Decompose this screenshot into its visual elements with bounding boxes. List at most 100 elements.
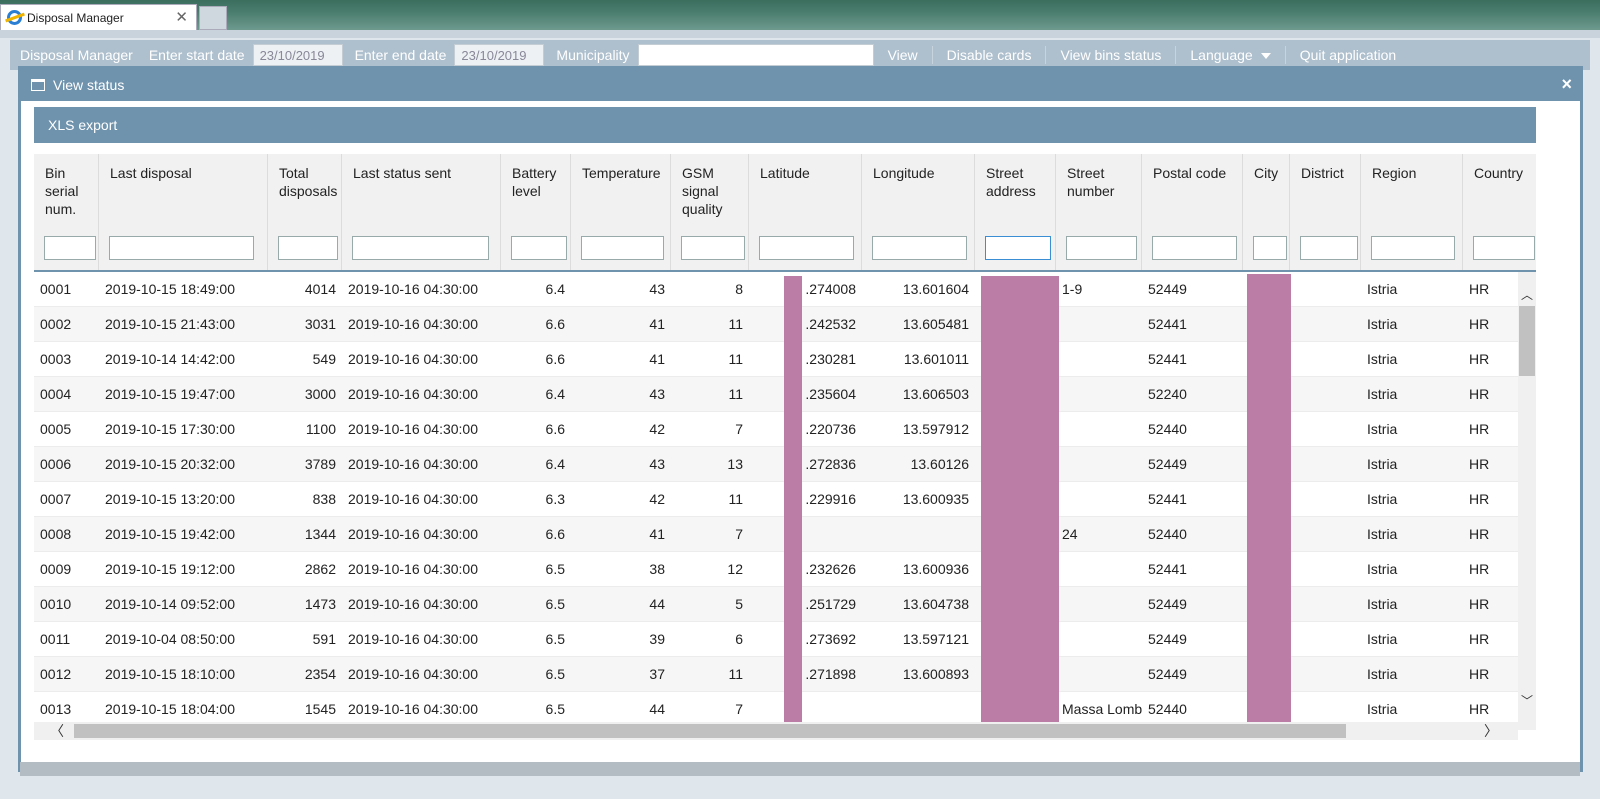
- scroll-left-icon[interactable]: 〈: [48, 722, 66, 740]
- table-row[interactable]: 0004 2019-10-15 19:47:00 3000 2019-10-16 04…: [34, 377, 1518, 412]
- cell-district: [1290, 412, 1361, 447]
- column-header-region[interactable]: Region: [1361, 154, 1463, 228]
- close-icon[interactable]: ×: [1561, 74, 1572, 95]
- cell-latitude: .220736: [805, 421, 856, 437]
- column-header-bin-serial[interactable]: Bin serial num.: [34, 154, 99, 228]
- horizontal-scroll-thumb[interactable]: [74, 724, 1346, 738]
- cell-latitude: .271898: [805, 666, 856, 682]
- column-header-street-number[interactable]: Street number: [1056, 154, 1142, 228]
- cell-last-disposal: 2019-10-15 13:20:00: [105, 491, 235, 507]
- column-header-district[interactable]: District: [1290, 154, 1361, 228]
- table-row[interactable]: 0003 2019-10-14 14:42:00 549 2019-10-16 04:…: [34, 342, 1518, 377]
- filter-input-city[interactable]: [1253, 236, 1287, 260]
- filter-input-street-address[interactable]: [985, 236, 1051, 260]
- cell-last-disposal: 2019-10-04 08:50:00: [105, 631, 235, 647]
- cell-bin-serial: 0010: [40, 596, 72, 612]
- cell-longitude: 13.604738: [902, 596, 969, 612]
- cell-longitude: 13.606503: [902, 386, 969, 402]
- cell-street-number: [1056, 307, 1142, 342]
- vertical-scrollbar[interactable]: ︿ ﹀: [1518, 272, 1536, 730]
- view-button[interactable]: View: [888, 47, 918, 63]
- column-header-gsm-signal[interactable]: GSM signal quality: [671, 154, 749, 228]
- filter-input-temperature[interactable]: [581, 236, 664, 260]
- column-header-latitude[interactable]: Latitude: [749, 154, 862, 228]
- cell-last-status-sent: 2019-10-16 04:30:00: [348, 666, 478, 682]
- end-date-input[interactable]: 23/10/2019: [454, 44, 545, 66]
- column-header-street-address[interactable]: Street address: [975, 154, 1056, 228]
- filter-input-last-disposal[interactable]: [109, 236, 254, 260]
- view-bins-status-button[interactable]: View bins status: [1060, 47, 1161, 63]
- filter-input-gsm-signal[interactable]: [681, 236, 745, 260]
- cell-bin-serial: 0009: [40, 561, 72, 577]
- column-header-temperature[interactable]: Temperature: [571, 154, 671, 228]
- scroll-down-icon[interactable]: ﹀: [1518, 692, 1536, 710]
- table-row[interactable]: 0008 2019-10-15 19:42:00 1344 2019-10-16 04…: [34, 517, 1518, 552]
- column-header-last-disposal[interactable]: Last disposal: [99, 154, 268, 228]
- filter-input-battery-level[interactable]: [511, 236, 567, 260]
- filter-input-longitude[interactable]: [872, 236, 967, 260]
- table-row[interactable]: 0001 2019-10-15 18:49:00 4014 2019-10-16 04…: [34, 272, 1518, 307]
- disable-cards-button[interactable]: Disable cards: [947, 47, 1032, 63]
- cell-postal-code: 52449: [1148, 456, 1187, 472]
- cell-street-number: [1056, 377, 1142, 412]
- vertical-scroll-thumb[interactable]: [1519, 306, 1535, 376]
- municipality-input[interactable]: [637, 44, 874, 66]
- table-row[interactable]: 0007 2019-10-15 13:20:00 838 2019-10-16 04:…: [34, 482, 1518, 517]
- filter-input-region[interactable]: [1371, 236, 1455, 260]
- cell-region: Istria: [1367, 596, 1398, 612]
- filter-input-bin-serial[interactable]: [44, 236, 96, 260]
- table-row[interactable]: 0012 2019-10-15 18:10:00 2354 2019-10-16 04…: [34, 657, 1518, 692]
- cell-region: Istria: [1367, 316, 1398, 332]
- filter-cell: [99, 228, 268, 270]
- column-header-longitude[interactable]: Longitude: [862, 154, 975, 228]
- cell-last-status-sent: 2019-10-16 04:30:00: [348, 421, 478, 437]
- start-date-input[interactable]: 23/10/2019: [252, 44, 343, 66]
- table-row[interactable]: 0010 2019-10-14 09:52:00 1473 2019-10-16 04…: [34, 587, 1518, 622]
- horizontal-scrollbar[interactable]: 〈 〉: [34, 722, 1518, 740]
- cell-latitude: .235604: [805, 386, 856, 402]
- cell-street-number: 1-9: [1062, 281, 1083, 297]
- cell-total-disposals: 4014: [304, 281, 336, 297]
- cell-temperature: 41: [649, 526, 665, 542]
- toolbar-separator: [1175, 46, 1177, 64]
- tab-close-icon[interactable]: ✕: [175, 8, 188, 26]
- filter-input-latitude[interactable]: [759, 236, 854, 260]
- cell-district: [1290, 517, 1361, 552]
- table-row[interactable]: 0011 2019-10-04 08:50:00 591 2019-10-16 04:…: [34, 622, 1518, 657]
- cell-district: [1290, 342, 1361, 377]
- browser-tab[interactable]: Disposal Manager ✕: [0, 4, 197, 30]
- filter-input-country[interactable]: [1473, 236, 1535, 260]
- column-header-battery-level[interactable]: Battery level: [501, 154, 571, 228]
- cell-street-number: [1056, 587, 1142, 622]
- column-header-total-disposals[interactable]: Total disposals: [268, 154, 342, 228]
- cell-gsm-signal: 12: [727, 561, 743, 577]
- cell-gsm-signal: 11: [728, 351, 743, 367]
- filter-input-last-status-sent[interactable]: [352, 236, 489, 260]
- filter-input-total-disposals[interactable]: [278, 236, 338, 260]
- column-header-country[interactable]: Country: [1463, 154, 1536, 228]
- filter-cell: [862, 228, 975, 270]
- cell-district: [1290, 552, 1361, 587]
- scroll-right-icon[interactable]: 〉: [1482, 722, 1500, 740]
- column-header-city[interactable]: City: [1243, 154, 1290, 228]
- table-row[interactable]: 0005 2019-10-15 17:30:00 1100 2019-10-16 04…: [34, 412, 1518, 447]
- filter-input-street-number[interactable]: [1066, 236, 1137, 260]
- cell-postal-code: 52440: [1148, 526, 1187, 542]
- cell-region: Istria: [1367, 631, 1398, 647]
- table-row[interactable]: 0006 2019-10-15 20:32:00 3789 2019-10-16 04…: [34, 447, 1518, 482]
- language-dropdown[interactable]: Language: [1190, 47, 1271, 63]
- table-row[interactable]: 0009 2019-10-15 19:12:00 2862 2019-10-16 04…: [34, 552, 1518, 587]
- quit-application-button[interactable]: Quit application: [1300, 47, 1397, 63]
- cell-last-disposal: 2019-10-15 19:47:00: [105, 386, 235, 402]
- table-row[interactable]: 0002 2019-10-15 21:43:00 3031 2019-10-16 04…: [34, 307, 1518, 342]
- cell-battery-level: 6.3: [545, 491, 565, 507]
- new-tab-button[interactable]: [199, 6, 227, 30]
- column-header-postal-code[interactable]: Postal code: [1142, 154, 1243, 228]
- cell-total-disposals: 2354: [304, 666, 336, 682]
- column-header-last-status-sent[interactable]: Last status sent: [342, 154, 501, 228]
- filter-input-district[interactable]: [1300, 236, 1358, 260]
- grid-body: 0001 2019-10-15 18:49:00 4014 2019-10-16 04…: [34, 272, 1518, 727]
- filter-input-postal-code[interactable]: [1152, 236, 1237, 260]
- scroll-up-icon[interactable]: ︿: [1518, 286, 1536, 304]
- xls-export-button[interactable]: XLS export: [34, 107, 1536, 143]
